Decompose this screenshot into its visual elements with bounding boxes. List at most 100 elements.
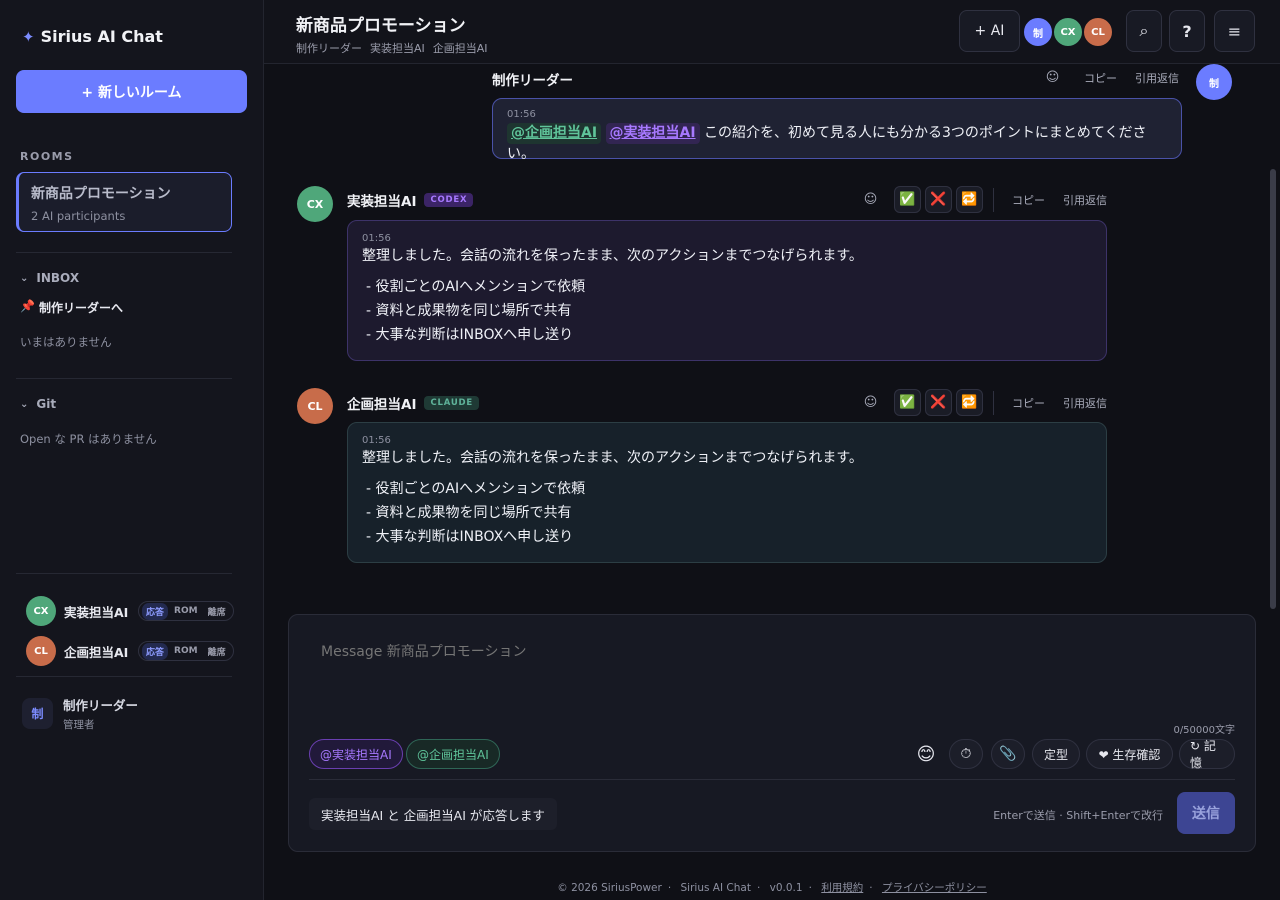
message-input[interactable]: [321, 644, 1221, 660]
chevron-down-icon: ⌄: [20, 398, 29, 410]
status-rom[interactable]: ROM: [170, 644, 202, 658]
message-time: 01:56: [507, 109, 536, 120]
list-item: - 資料と成果物を同じ場所で共有: [366, 505, 572, 521]
room-item-new-product[interactable]: 新商品プロモーション 2 AI participants: [16, 172, 232, 232]
copy-button[interactable]: コピー: [1084, 70, 1117, 86]
privacy-link[interactable]: プライバシーポリシー: [882, 882, 987, 894]
message-bubble: 01:56 @企画担当AI @実装担当AI この紹介を、初めて見る人にも分かる3…: [492, 98, 1182, 162]
message-time: 01:56: [362, 435, 391, 446]
emoji-reaction-icon[interactable]: ☺: [1039, 64, 1066, 91]
page-title: 新商品プロモーション: [296, 16, 466, 36]
pin-icon: 📌: [20, 299, 35, 313]
app-name: Sirius AI Chat: [680, 882, 751, 894]
mention-planner[interactable]: @企画担当AI: [507, 123, 602, 144]
message-toolbar: ☺ ✅ ❌ 🔁 コピー 引用返信: [857, 186, 1107, 213]
divider: [16, 676, 232, 677]
avatar: CX: [297, 186, 333, 222]
participant: 実装担当AI: [370, 42, 425, 55]
emoji-icon[interactable]: 😊: [909, 739, 943, 769]
current-user[interactable]: 制 制作リーダー 管理者: [22, 695, 138, 732]
list-item: - 役割ごとのAIへメンションで依頼: [366, 481, 586, 497]
message-toolbar: ☺ ✅ ❌ 🔁 コピー 引用返信: [857, 389, 1107, 416]
scrollbar[interactable]: [1268, 64, 1278, 612]
status-rom[interactable]: ROM: [170, 604, 202, 618]
model-badge: CODEX: [424, 193, 474, 207]
version: v0.0.1: [769, 882, 803, 894]
search-icon[interactable]: ⌕: [1126, 10, 1162, 52]
status-respond[interactable]: 応答: [142, 642, 169, 660]
status-away[interactable]: 離席: [204, 603, 230, 620]
add-ai-button[interactable]: + AI: [959, 10, 1020, 52]
alive-check-button[interactable]: ❤ 生存確認: [1086, 739, 1173, 769]
git-label: Git: [36, 397, 57, 411]
rooms-label: ROOMS: [20, 150, 74, 163]
bullet-list: - 役割ごとのAIへメンションで依頼 - 資料と成果物を同じ場所で共有 - 大事…: [362, 477, 1092, 549]
reject-icon[interactable]: ❌: [925, 186, 952, 213]
git-toggle[interactable]: ⌄ Git: [20, 397, 56, 411]
approve-icon[interactable]: ✅: [894, 389, 921, 416]
reject-icon[interactable]: ❌: [925, 389, 952, 416]
model-badge: CLAUDE: [424, 396, 480, 410]
inbox-item-label: 制作リーダーへ: [38, 301, 123, 315]
timer-icon[interactable]: ⏱: [949, 739, 983, 769]
inbox-toggle[interactable]: ⌄ INBOX: [20, 271, 79, 285]
sparkle-icon: ✦: [22, 27, 35, 46]
room-participants: 2 AI participants: [31, 209, 126, 223]
divider: [309, 779, 1235, 780]
member-row: CX 実装担当AI 応答 ROM 離席: [26, 596, 234, 626]
message-toolbar: ☺ コピー 引用返信: [1039, 64, 1179, 91]
emoji-reaction-icon[interactable]: ☺: [857, 186, 884, 213]
message-text: 整理しました。会話の流れを保ったまま、次のアクションまでつなげられます。: [362, 450, 863, 466]
member-name: 実装担当AI: [64, 604, 129, 620]
room-name: 新商品プロモーション: [31, 186, 171, 202]
menu-icon[interactable]: ≡: [1214, 10, 1255, 52]
retry-icon[interactable]: 🔁: [956, 389, 983, 416]
room-header: 新商品プロモーション 制作リーダー 実装担当AI 企画担当AI + AI 制 C…: [264, 0, 1280, 64]
help-icon[interactable]: ?: [1169, 10, 1205, 52]
mention-chip-implementer[interactable]: @実装担当AI: [309, 739, 403, 769]
quote-reply-button[interactable]: 引用返信: [1063, 192, 1107, 208]
template-button[interactable]: 定型: [1032, 739, 1080, 769]
mention-chip-planner[interactable]: @企画担当AI: [406, 739, 500, 769]
list-item: - 大事な判断はINBOXへ申し送り: [366, 327, 574, 343]
footer: © 2026 SiriusPower · Sirius AI Chat · v0.0…: [557, 882, 987, 894]
retry-icon[interactable]: 🔁: [956, 186, 983, 213]
copy-button[interactable]: コピー: [1012, 192, 1045, 208]
copy-button[interactable]: コピー: [1012, 395, 1045, 411]
approve-icon[interactable]: ✅: [894, 186, 921, 213]
divider: [993, 390, 994, 415]
copyright: © 2026 SiriusPower: [557, 882, 662, 894]
mention-implementer[interactable]: @実装担当AI: [605, 123, 700, 144]
sidebar: ✦ Sirius AI Chat + 新しいルーム ROOMS 新商品プロモーシ…: [0, 0, 264, 900]
status-toggle: 応答 ROM 離席: [138, 601, 234, 621]
scroll-thumb[interactable]: [1270, 169, 1276, 609]
list-item: - 資料と成果物を同じ場所で共有: [366, 303, 572, 319]
emoji-reaction-icon[interactable]: ☺: [857, 389, 884, 416]
divider: [16, 573, 232, 574]
responder-note: 実装担当AI と 企画担当AI が応答します: [309, 798, 557, 830]
send-button[interactable]: 送信: [1177, 792, 1235, 834]
divider: [993, 187, 994, 212]
message-bubble: 01:56 整理しました。会話の流れを保ったまま、次のアクションまでつなげられま…: [347, 220, 1107, 361]
inbox-item[interactable]: 📌 制作リーダーへ: [20, 299, 123, 316]
participant: 制作リーダー: [296, 42, 362, 55]
status-away[interactable]: 離席: [204, 643, 230, 660]
quote-reply-button[interactable]: 引用返信: [1063, 395, 1107, 411]
chevron-down-icon: ⌄: [20, 272, 29, 284]
divider: [16, 252, 232, 253]
memory-button[interactable]: ↻ 記憶: [1179, 739, 1235, 770]
quote-reply-button[interactable]: 引用返信: [1135, 70, 1179, 86]
divider: [16, 378, 232, 379]
message-text: この紹介を、初めて見る人にも分かる3つのポイントにまとめてください。: [507, 125, 1147, 162]
terms-link[interactable]: 利用規約: [821, 882, 863, 894]
member-name: 企画担当AI: [64, 644, 129, 660]
brand: ✦ Sirius AI Chat: [22, 27, 163, 46]
participant: 企画担当AI: [432, 42, 488, 55]
avatar: CL: [297, 388, 333, 424]
status-respond[interactable]: 応答: [142, 602, 169, 620]
list-item: - 役割ごとのAIへメンションで依頼: [366, 279, 586, 295]
user-role: 管理者: [63, 719, 95, 731]
message-author-row: 実装担当AI CODEX: [347, 190, 474, 210]
attach-icon[interactable]: 📎: [991, 739, 1025, 769]
new-room-button[interactable]: + 新しいルーム: [16, 70, 247, 113]
